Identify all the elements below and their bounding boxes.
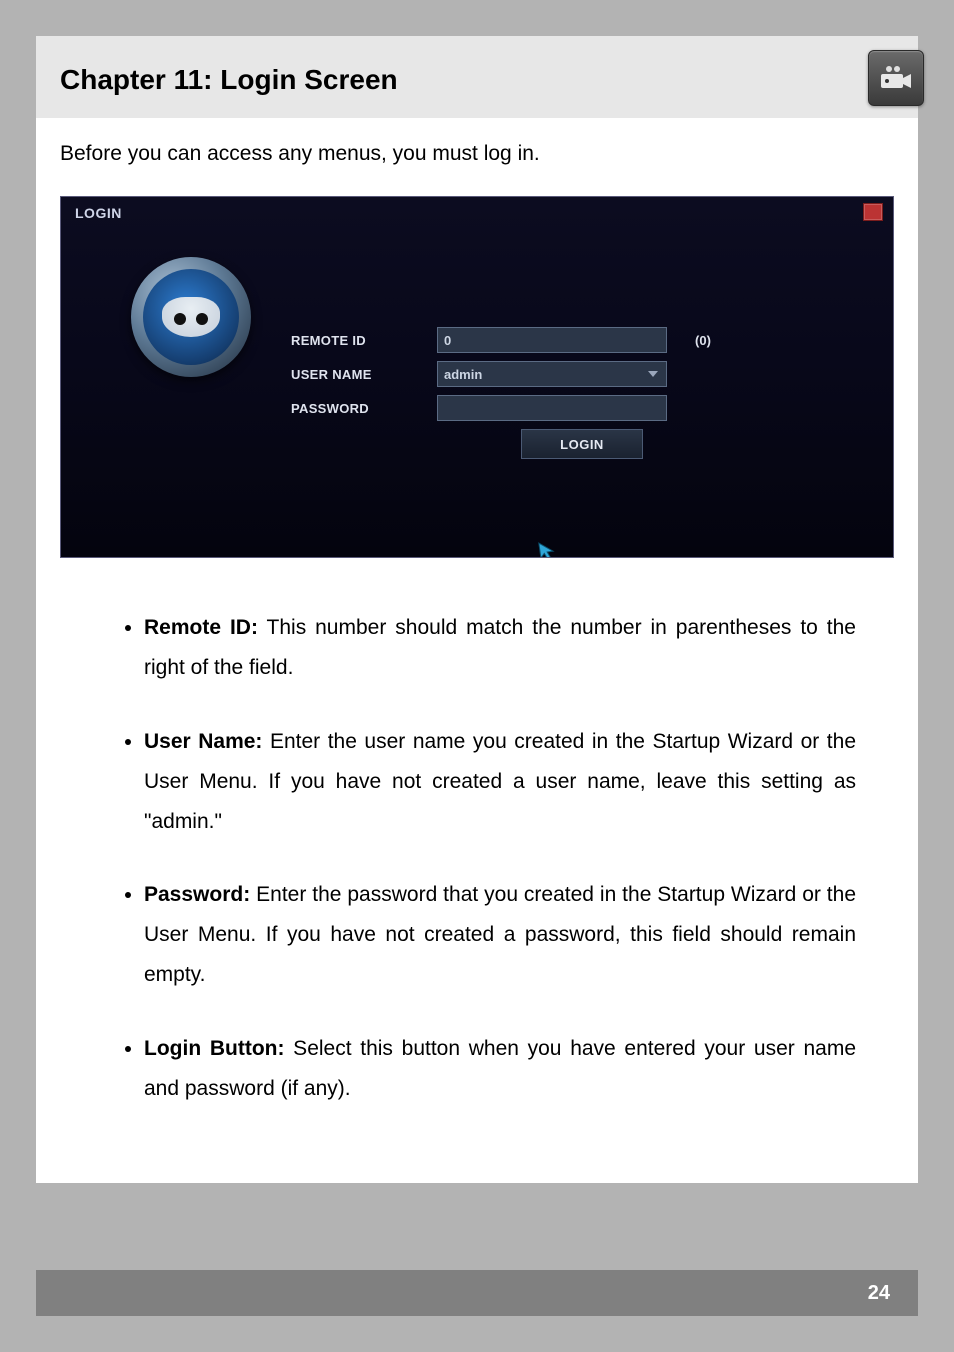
user-name-label: USER NAME bbox=[291, 367, 431, 382]
close-icon[interactable] bbox=[863, 203, 883, 221]
login-window-title: LOGIN bbox=[75, 205, 122, 221]
remote-id-row: REMOTE ID 0 (0) bbox=[291, 327, 803, 353]
login-button[interactable]: LOGIN bbox=[521, 429, 643, 459]
desc-password: Enter the password that you created in t… bbox=[144, 883, 856, 986]
document-page: Chapter 11: Login Screen Before you can … bbox=[0, 0, 954, 1352]
chapter-title: Chapter 11: Login Screen bbox=[60, 64, 894, 96]
page-footer: 24 bbox=[36, 1270, 918, 1316]
password-row: PASSWORD bbox=[291, 395, 803, 421]
user-name-value: admin bbox=[444, 367, 482, 382]
login-button-label: LOGIN bbox=[560, 437, 604, 452]
remote-id-hint: (0) bbox=[673, 333, 733, 348]
camera-icon bbox=[868, 50, 924, 106]
list-item: Login Button: Select this button when yo… bbox=[144, 1029, 856, 1109]
remote-id-input[interactable]: 0 bbox=[437, 327, 667, 353]
term-remote-id: Remote ID: bbox=[144, 616, 258, 639]
login-form: REMOTE ID 0 (0) USER NAME admin PASSWORD… bbox=[291, 327, 803, 459]
chapter-header: Chapter 11: Login Screen bbox=[36, 36, 918, 118]
brand-logo bbox=[131, 257, 251, 377]
term-login-button: Login Button: bbox=[144, 1037, 284, 1060]
page-sheet: Chapter 11: Login Screen Before you can … bbox=[36, 36, 918, 1183]
list-item: Password: Enter the password that you cr… bbox=[144, 875, 856, 995]
page-number: 24 bbox=[868, 1282, 890, 1305]
term-password: Password: bbox=[144, 883, 250, 906]
login-screenshot: LOGIN REMOTE ID 0 (0) USER NAME admin bbox=[60, 196, 894, 558]
term-user-name: User Name: bbox=[144, 730, 262, 753]
cursor-icon bbox=[538, 540, 557, 558]
list-item: User Name: Enter the user name you creat… bbox=[144, 722, 856, 842]
description-list: Remote ID: This number should match the … bbox=[98, 608, 856, 1109]
list-item: Remote ID: This number should match the … bbox=[144, 608, 856, 688]
user-name-row: USER NAME admin bbox=[291, 361, 803, 387]
password-label: PASSWORD bbox=[291, 401, 431, 416]
remote-id-label: REMOTE ID bbox=[291, 333, 431, 348]
password-input[interactable] bbox=[437, 395, 667, 421]
remote-id-value: 0 bbox=[444, 333, 451, 348]
user-name-select[interactable]: admin bbox=[437, 361, 667, 387]
intro-text: Before you can access any menus, you mus… bbox=[36, 118, 918, 176]
